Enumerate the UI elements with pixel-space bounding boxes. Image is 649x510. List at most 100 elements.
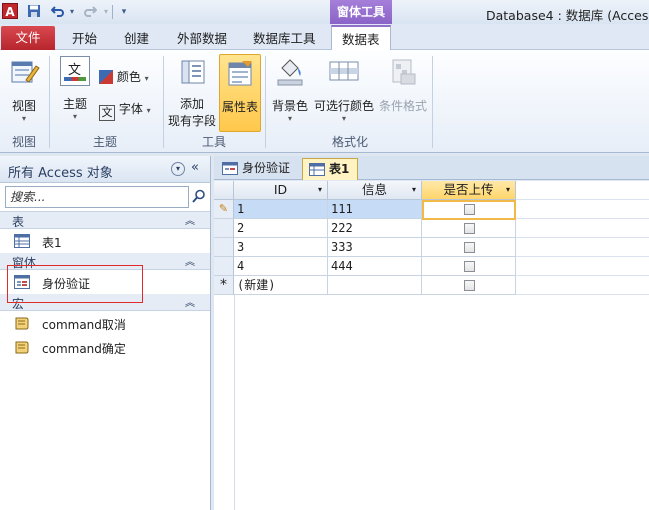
cell-id[interactable]: 2 (234, 219, 328, 238)
doc-tab-auth-form[interactable]: 身份验证 (216, 158, 298, 180)
themes-button[interactable]: 文 主题 ▾ (56, 56, 94, 121)
redo-icon[interactable] (82, 4, 98, 20)
view-button-label: 视图 (11, 99, 36, 113)
row-selector[interactable] (214, 238, 234, 257)
cell-new-id[interactable]: (新建) (234, 276, 328, 295)
group-separator (432, 56, 433, 148)
uploaded-checkbox[interactable] (464, 223, 475, 234)
cell-uploaded[interactable] (422, 238, 516, 257)
select-all-corner[interactable] (214, 181, 234, 200)
tab-home[interactable]: 开始 (72, 28, 97, 50)
fonts-button[interactable]: 文 字体 ▾ (99, 100, 159, 121)
column-dropdown-icon[interactable]: ▾ (506, 181, 510, 199)
uploaded-checkbox[interactable] (464, 242, 475, 253)
group-label-tools: 工具 (201, 135, 226, 149)
column-header-id[interactable]: ID ▾ (234, 181, 328, 200)
row-selector-pencil-icon[interactable]: ✎ (214, 200, 234, 219)
row-selector[interactable] (214, 219, 234, 238)
annotation-highlight-box (7, 265, 143, 303)
table-row[interactable]: 3 333 (214, 238, 516, 257)
conditional-formatting-button[interactable]: 条件格式 (377, 56, 429, 114)
category-label: 表 (12, 215, 25, 229)
nav-item-macro-cancel[interactable]: command取消 (0, 311, 210, 335)
table-row[interactable]: 2 222 (214, 219, 516, 238)
doc-tab-table1[interactable]: 表1 (302, 158, 359, 180)
cell-uploaded[interactable] (422, 219, 516, 238)
cell-info[interactable]: 333 (328, 238, 422, 257)
alternate-row-color-button[interactable]: 可选行颜色 ▾ (313, 56, 375, 123)
cell-info[interactable]: 111 (328, 200, 422, 219)
view-dropdown-icon: ▾ (21, 114, 26, 123)
colors-button[interactable]: 颜色 ▾ (99, 68, 159, 85)
paint-bucket-icon (277, 59, 303, 86)
property-sheet-label: 属性表 (221, 100, 258, 114)
collapse-chevron-icon[interactable]: ︽ (185, 253, 195, 268)
nav-menu-chevron-icon[interactable]: ▾ (171, 162, 185, 176)
nav-search-input[interactable] (5, 186, 189, 208)
cell-info[interactable]: 444 (328, 257, 422, 276)
context-tool-group-label: 窗体工具 (330, 0, 392, 24)
nav-item-macro-ok[interactable]: command确定 (0, 335, 210, 359)
column-header-info[interactable]: 信息 ▾ (328, 181, 422, 200)
add-fields-label-line2: 现有字段 (167, 114, 216, 128)
conditional-formatting-icon (392, 59, 416, 85)
title-bar: A ▾ ▾ ▾ 窗体工具 Database4 : 数据库 (Access 2 (0, 0, 649, 24)
column-dropdown-icon[interactable]: ▾ (412, 181, 416, 199)
nav-category-tables[interactable]: 表 ︽ (0, 212, 210, 229)
file-tab[interactable]: 文件 (1, 26, 55, 50)
collapse-chevron-icon[interactable]: ︽ (185, 212, 195, 227)
uploaded-checkbox[interactable] (464, 261, 475, 272)
conditional-formatting-label: 条件格式 (378, 99, 427, 113)
table-icon (14, 234, 30, 248)
nav-pane-header[interactable]: 所有 Access 对象 ▾ « (0, 156, 210, 183)
nav-item-table1[interactable]: 表1 (0, 229, 210, 253)
table-row[interactable]: 4 444 (214, 257, 516, 276)
tab-datasheet[interactable]: 数据表 (331, 25, 391, 51)
group-label-formatting: 格式化 (331, 135, 368, 149)
empty-header-area (516, 181, 649, 200)
add-fields-icon (181, 60, 205, 84)
save-icon[interactable] (26, 4, 42, 20)
doc-tab-label: 表1 (329, 162, 350, 176)
window-title: Database4 : 数据库 (Access 2 (486, 8, 649, 23)
group-separator (163, 56, 164, 148)
cell-info[interactable]: 222 (328, 219, 422, 238)
row-divider (516, 276, 649, 295)
view-button[interactable]: 视图 ▾ (4, 56, 44, 123)
access-app-icon[interactable]: A (2, 3, 18, 19)
new-record-row[interactable]: * (新建) (214, 276, 516, 295)
focused-cell-outline (422, 200, 516, 220)
row-selector[interactable] (214, 257, 234, 276)
uploaded-checkbox[interactable] (464, 280, 475, 291)
undo-dropdown-icon[interactable]: ▾ (64, 4, 80, 20)
column-dropdown-icon[interactable]: ▾ (318, 181, 322, 199)
background-color-dropdown-icon: ▾ (287, 114, 292, 123)
tab-external-data[interactable]: 外部数据 (177, 28, 227, 50)
cell-id[interactable]: 1 (234, 200, 328, 219)
datasheet: ID ▾ 信息 ▾ 是否上传 ▾ ✎ 1 111 2 222 3 333 4 4… (214, 181, 649, 510)
shutter-collapse-icon[interactable]: « (191, 160, 199, 175)
property-sheet-button[interactable]: 属性表 (219, 54, 261, 132)
search-icon[interactable] (192, 189, 206, 203)
gridline (234, 295, 235, 510)
column-header-label: 是否上传 (443, 182, 494, 197)
collapse-chevron-icon[interactable]: ︽ (185, 294, 195, 309)
cell-uploaded[interactable] (422, 257, 516, 276)
ribbon-tab-row: 文件 开始 创建 外部数据 数据库工具 数据表 (0, 24, 649, 51)
background-color-button[interactable]: 背景色 ▾ (268, 56, 312, 123)
new-record-asterisk-icon[interactable]: * (214, 276, 234, 295)
column-header-uploaded[interactable]: 是否上传 ▾ (422, 181, 516, 200)
cell-new-uploaded[interactable] (422, 276, 516, 295)
tab-database-tools[interactable]: 数据库工具 (253, 28, 316, 50)
cell-id[interactable]: 3 (234, 238, 328, 257)
customize-quick-access-icon[interactable]: ▾ (116, 4, 132, 20)
add-fields-label-line1: 添加 (179, 97, 204, 111)
alternate-row-dropdown-icon: ▾ (341, 114, 346, 123)
cell-new-info[interactable] (328, 276, 422, 295)
alternate-row-color-label: 可选行颜色 (313, 99, 374, 113)
quick-access-separator (112, 5, 113, 19)
cell-id[interactable]: 4 (234, 257, 328, 276)
add-existing-fields-button[interactable]: 添加 现有字段 (166, 56, 218, 129)
tab-create[interactable]: 创建 (124, 28, 149, 50)
row-divider (516, 238, 649, 257)
